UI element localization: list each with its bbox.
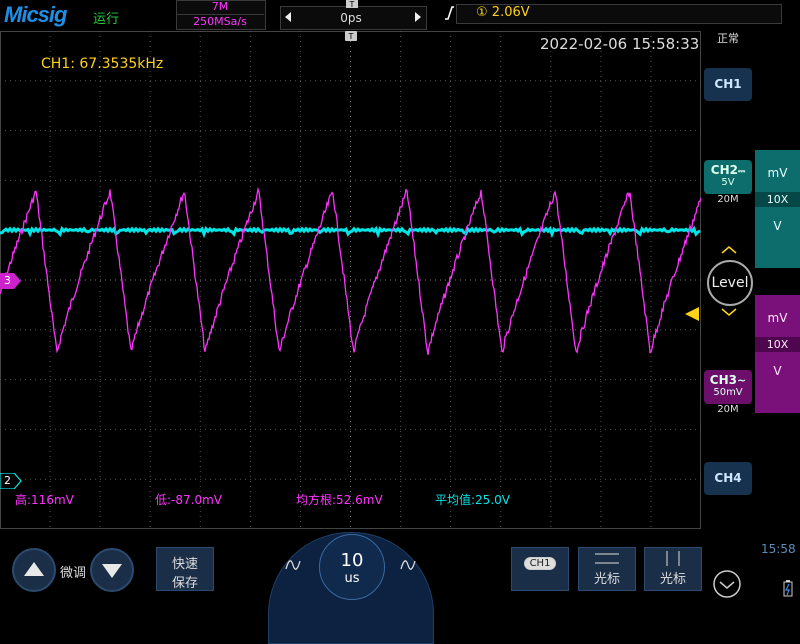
cursor-label-1: 光标 xyxy=(593,572,620,587)
ch3-scale: 50mV xyxy=(713,387,743,398)
svg-text:T: T xyxy=(348,32,354,41)
horizontal-cursor-icon xyxy=(595,553,619,564)
ch2-bandwidth: 20M xyxy=(717,194,739,205)
time-offset: 0ps xyxy=(340,11,362,25)
ac-coupling-icon: ~ xyxy=(736,374,747,387)
wave-right-icon[interactable] xyxy=(398,555,418,575)
ch3-trace xyxy=(0,186,701,355)
ch3-scale-panel[interactable]: mV 10X V xyxy=(755,295,800,413)
collapse-menu-icon[interactable] xyxy=(711,569,743,599)
trigger-level: ① 2.06V xyxy=(476,5,530,20)
ch2-button[interactable]: CH2⎓ 5V xyxy=(704,160,752,194)
fine-down-button[interactable] xyxy=(90,548,134,592)
timestamp: 2022-02-06 15:58:33 xyxy=(540,35,700,53)
quick-save-line1: 快速 xyxy=(171,557,198,572)
trigger-mode[interactable]: 正常 xyxy=(717,30,739,46)
ch3-button[interactable]: CH3~ 50mV xyxy=(704,370,752,404)
measure-mean[interactable]: 平均值:25.0V xyxy=(435,491,510,508)
waveform-traces xyxy=(0,186,701,355)
fine-up-button[interactable] xyxy=(12,548,56,592)
ch1-button[interactable]: CH1 xyxy=(704,68,752,101)
battery-icon xyxy=(783,580,793,597)
ch2-scale: 5V xyxy=(721,177,735,188)
quick-save-line2: 保存 xyxy=(171,576,198,591)
svg-text:T: T xyxy=(349,0,355,9)
ch3-label: CH3 xyxy=(709,373,737,387)
ch3-marker-label: 3 xyxy=(4,274,11,287)
measure-high[interactable]: 高:116mV xyxy=(15,491,74,508)
measure-low[interactable]: 低:-87.0mV xyxy=(155,491,222,508)
ch3-probe[interactable]: 10X xyxy=(755,337,800,352)
ch3-unit-small[interactable]: mV xyxy=(755,311,800,325)
ch2-trace xyxy=(0,225,701,239)
run-status[interactable]: 运行 xyxy=(93,8,119,27)
wave-left-icon[interactable] xyxy=(283,555,303,575)
timebase-scale[interactable]: 10 us xyxy=(319,534,385,600)
triangle-up-icon xyxy=(24,562,44,576)
measure-rms[interactable]: 均方根:52.6mV xyxy=(296,491,383,508)
vertical-cursor-button[interactable]: 光标 xyxy=(644,547,702,591)
trigger-source-icon: ① xyxy=(476,5,488,20)
chevron-down-icon[interactable] xyxy=(720,307,738,317)
triangle-down-icon xyxy=(102,564,122,578)
ch2-probe[interactable]: 10X xyxy=(755,192,800,207)
chevron-up-icon[interactable] xyxy=(720,245,738,255)
cursor-label-2: 光标 xyxy=(659,572,686,587)
ch2-marker-label: 2 xyxy=(4,474,11,487)
ch1-chip-button[interactable]: CH1 xyxy=(511,547,569,591)
quick-save-button[interactable]: 快速 保存 xyxy=(156,547,214,591)
ch2-unit-large[interactable]: V xyxy=(755,219,800,233)
ch2-scale-panel[interactable]: mV 10X V xyxy=(755,150,800,268)
sample-rate: 250MSa/s xyxy=(176,14,264,28)
vertical-cursor-icon xyxy=(666,551,680,566)
trigger-position-marker-icon[interactable]: T xyxy=(345,31,357,42)
ch3-offset-marker[interactable]: 3 xyxy=(0,273,22,289)
ch2-unit-small[interactable]: mV xyxy=(755,166,800,180)
frequency-readout: CH1: 67.3535kHz xyxy=(41,56,164,72)
rising-edge-icon xyxy=(445,6,454,20)
ch2-offset-marker[interactable]: 2 xyxy=(0,473,22,489)
trigger-level-arrow-icon[interactable] xyxy=(683,307,699,321)
dc-coupling-icon: ⎓ xyxy=(738,167,746,177)
fine-tune-label: 微调 xyxy=(60,566,87,581)
timebase-value: 10 xyxy=(340,550,364,571)
ch2-label: CH2 xyxy=(710,163,738,177)
level-button[interactable]: Level xyxy=(707,260,753,306)
ch4-button[interactable]: CH4 xyxy=(704,462,752,495)
ch1-chip: CH1 xyxy=(524,557,556,570)
memory-depth: 7M xyxy=(211,0,229,13)
brand-logo: Micsig xyxy=(4,2,67,27)
trigger-position-top-icon: T xyxy=(346,0,358,9)
ch3-unit-large[interactable]: V xyxy=(755,364,800,378)
ch3-bandwidth: 20M xyxy=(717,404,739,415)
timebase-unit: us xyxy=(344,571,360,586)
horizontal-cursor-button[interactable]: 光标 xyxy=(578,547,636,591)
trigger-level-value: 2.06V xyxy=(491,5,530,20)
right-arrow-icon[interactable] xyxy=(413,11,423,23)
clock: 15:58 xyxy=(761,542,796,556)
